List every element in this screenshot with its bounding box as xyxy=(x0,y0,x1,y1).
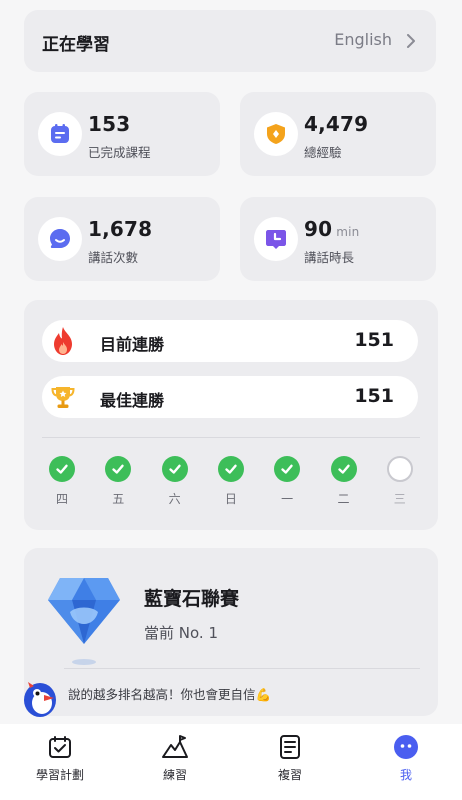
review-icon xyxy=(280,735,300,759)
stat-label: 已完成課程 xyxy=(88,145,151,160)
best-streak-label: 最佳連勝 xyxy=(100,391,165,410)
bottom-nav: 學習計劃 練習 複習 我 xyxy=(0,724,462,800)
weekday-label: 六 xyxy=(168,492,181,506)
weekday-2: 六 xyxy=(160,456,190,507)
sapphire-gem-icon xyxy=(48,578,120,665)
league-message: 說的越多排名越高！你也會更自信💪 xyxy=(68,687,272,702)
nav-item-practice[interactable]: 練習 xyxy=(135,734,215,783)
mountain-icon xyxy=(162,735,188,758)
profile-icon xyxy=(394,735,418,759)
weekday-0: 四 xyxy=(47,456,77,507)
learning-language: English xyxy=(334,30,392,49)
best-streak-row: 最佳連勝 151 xyxy=(42,376,418,418)
check-circle-icon xyxy=(161,456,188,482)
calendar-icon xyxy=(38,112,82,156)
weekday-1: 五 xyxy=(103,456,133,507)
check-circle-icon xyxy=(217,456,244,482)
weekday-label: 五 xyxy=(112,492,125,506)
league-name: 藍寶石聯賽 xyxy=(144,588,240,610)
empty-circle-icon xyxy=(386,456,413,482)
weekday-label: 日 xyxy=(224,492,237,506)
league-divider xyxy=(64,668,420,669)
trophy-icon xyxy=(44,378,82,416)
best-streak-value: 151 xyxy=(354,385,394,407)
check-circle-icon xyxy=(330,456,357,482)
bird-mascot-icon xyxy=(24,682,56,717)
stat-value: 4,479 xyxy=(304,112,369,136)
check-circle-icon xyxy=(274,456,301,482)
league-card[interactable]: 藍寶石聯賽 當前 No. 1 說的越多排名越高！你也會更自信💪 xyxy=(24,548,438,716)
speech-bubble-icon xyxy=(38,217,82,261)
check-circle-icon xyxy=(105,456,132,482)
xp-shield-icon xyxy=(254,112,298,156)
stat-card-speaking-count: 1,678 講話次數 xyxy=(24,197,220,281)
stat-label: 講話時長 xyxy=(304,250,355,265)
plan-icon xyxy=(49,736,71,758)
stat-label: 講話次數 xyxy=(88,250,139,265)
nav-label: 練習 xyxy=(162,768,187,782)
chevron-right-icon xyxy=(407,34,415,48)
nav-label: 複習 xyxy=(277,768,302,782)
league-rank: 當前 No. 1 xyxy=(144,624,218,642)
stat-value: 90 min xyxy=(304,217,360,241)
streak-card: 目前連勝 151 最佳連勝 151 四 五 六 日 一 二 三 xyxy=(24,300,438,530)
nav-label: 我 xyxy=(399,768,412,782)
stat-card-speaking-time: 90 min 講話時長 xyxy=(240,197,436,281)
nav-label: 學習計劃 xyxy=(35,768,84,782)
stat-unit: min xyxy=(336,225,360,239)
stat-label: 總經驗 xyxy=(304,145,342,160)
current-streak-label: 目前連勝 xyxy=(100,335,165,354)
weekday-label: 四 xyxy=(55,492,68,506)
check-circle-icon xyxy=(49,456,75,482)
weekday-label: 三 xyxy=(393,492,406,506)
learning-language-row[interactable]: 正在學習 English xyxy=(24,10,436,72)
weekday-3: 日 xyxy=(216,456,246,507)
flame-icon xyxy=(44,322,82,360)
nav-item-plan[interactable]: 學習計劃 xyxy=(20,734,100,783)
nav-item-me[interactable]: 我 xyxy=(366,734,446,783)
stat-value: 1,678 xyxy=(88,217,153,241)
current-streak-value: 151 xyxy=(354,329,394,351)
weekday-6: 三 xyxy=(385,456,415,507)
weekday-label: 一 xyxy=(281,492,294,506)
weekday-label: 二 xyxy=(337,492,350,506)
streak-divider xyxy=(42,437,420,438)
nav-item-review[interactable]: 複習 xyxy=(250,734,330,783)
stat-value: 153 xyxy=(88,112,131,136)
current-streak-row: 目前連勝 151 xyxy=(42,320,418,362)
weekday-4: 一 xyxy=(272,456,302,507)
stat-card-lessons: 153 已完成課程 xyxy=(24,92,220,176)
learning-title: 正在學習 xyxy=(42,35,110,55)
weekday-5: 二 xyxy=(329,456,359,507)
clock-bubble-icon xyxy=(254,217,298,261)
stat-card-xp: 4,479 總經驗 xyxy=(240,92,436,176)
